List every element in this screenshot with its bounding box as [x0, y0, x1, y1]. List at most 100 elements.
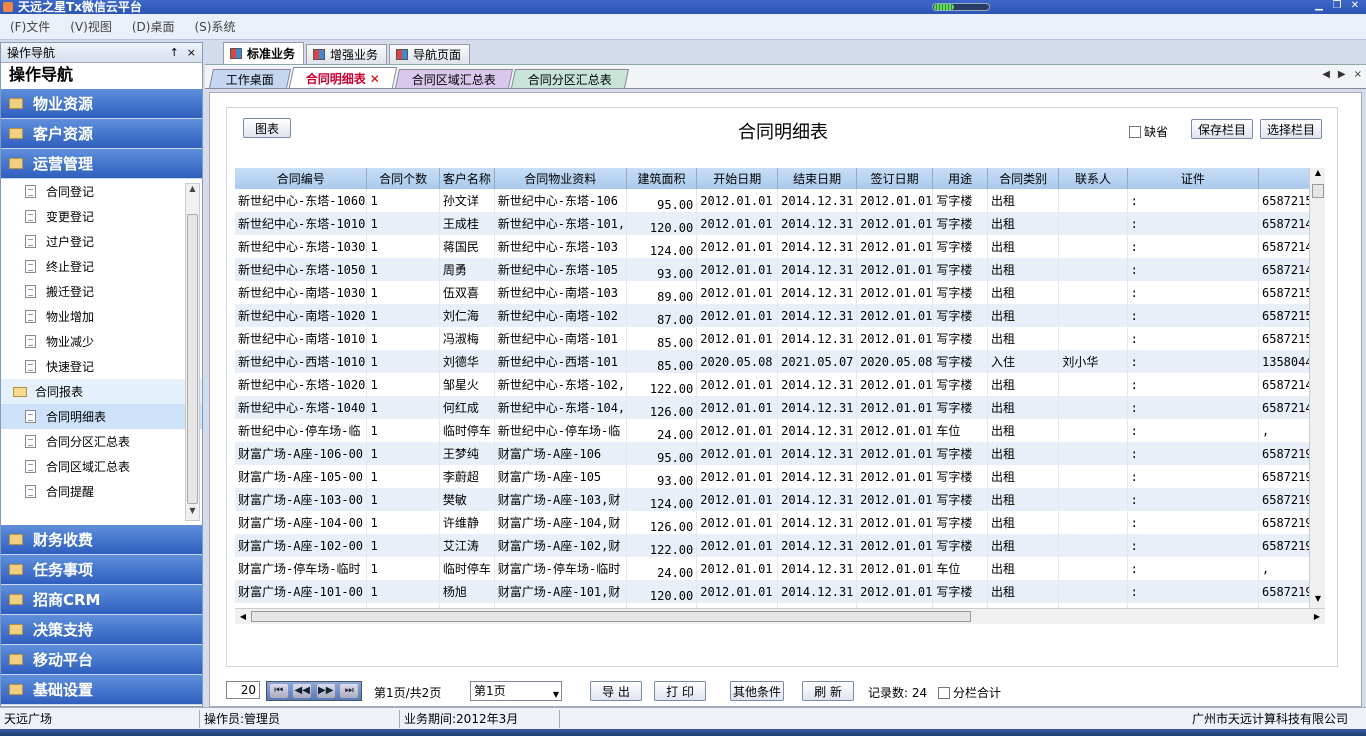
column-header[interactable]: 客户名称 — [439, 168, 495, 189]
tree-item[interactable]: 合同提醒 — [1, 479, 202, 504]
tree-item[interactable]: 物业增加 — [1, 304, 202, 329]
tree-item[interactable]: 合同分区汇总表 — [1, 429, 202, 454]
grid-vertical-scrollbar[interactable]: ▲ ▼ — [1309, 168, 1325, 608]
table-row[interactable]: 新世纪中心-南塔-1010 1 冯淑梅 新世纪中心-南塔-101 85.00 2012.0… — [235, 327, 1317, 350]
scroll-right-icon[interactable]: ▶ — [1309, 609, 1325, 624]
next-page-icon[interactable]: ▶▶ — [316, 684, 335, 698]
tab-next-icon[interactable]: ▶ — [1338, 69, 1346, 80]
tree-item[interactable]: 变更登记 — [1, 204, 202, 229]
tab-prev-icon[interactable]: ◀ — [1322, 69, 1330, 80]
scroll-down-icon[interactable]: ▼ — [186, 506, 199, 520]
table-row[interactable]: 新世纪中心-南塔-1030 1 伍双喜 新世纪中心-南塔-103 89.00 2012.0… — [235, 281, 1317, 304]
table-row[interactable]: 新世纪中心-东塔-1040 1 何红成 新世纪中心-东塔-104, 126.00 2012… — [235, 396, 1317, 419]
table-row[interactable]: 财富广场-A座-103-00 1 樊敏 财富广场-A座-103,财 124.00 2012… — [235, 488, 1317, 511]
table-row[interactable]: 新世纪中心-东塔-1020 1 邹星火 新世纪中心-东塔-102, 122.00 2012… — [235, 373, 1317, 396]
export-button[interactable]: 导 出 — [590, 681, 642, 701]
minimize-icon[interactable]: ▁ — [1312, 0, 1326, 13]
tab-navigation[interactable]: 导航页面 — [389, 44, 471, 64]
tree-item[interactable]: 物业减少 — [1, 329, 202, 354]
last-page-icon[interactable]: ⏭ — [340, 684, 359, 698]
select-columns-button[interactable]: 选择栏目 — [1260, 119, 1322, 139]
table-row[interactable]: 财富广场-A座-101-00 1 杨旭 财富广场-A座-101,财 120.00 2012… — [235, 580, 1317, 603]
tab-contract-region[interactable]: 合同区域汇总表 — [395, 69, 514, 88]
menu-view[interactable]: (V)视图 — [70, 18, 112, 35]
column-header[interactable]: 合同编号 — [235, 168, 368, 189]
default-checkbox[interactable]: 缺省 — [1129, 123, 1168, 140]
table-row[interactable]: 新世纪中心-东塔-1010 1 王成桂 新世纪中心-东塔-101, 120.00 2012… — [235, 212, 1317, 235]
page-select[interactable]: 第1页 ▼ — [470, 681, 562, 701]
column-header[interactable]: 用途 — [932, 168, 988, 189]
pin-icon[interactable]: ↑ — [170, 46, 179, 59]
table-row[interactable]: 财富广场-A座-104-00 1 许维静 财富广场-A座-104,财 126.00 201… — [235, 511, 1317, 534]
column-header[interactable]: 合同类别 — [987, 168, 1060, 189]
nav-section-finance[interactable]: 财务收费 — [1, 525, 202, 555]
checkbox-icon[interactable] — [938, 686, 950, 699]
table-row[interactable]: 新世纪中心-东塔-1030 1 蒋国民 新世纪中心-东塔-103 124.00 2012.… — [235, 235, 1317, 258]
other-conditions-button[interactable]: 其他条件 — [730, 681, 784, 701]
table-row[interactable]: 财富广场-A座-106-00 1 王梦纯 财富广场-A座-106 95.00 2012.0… — [235, 442, 1317, 465]
tree-item[interactable]: 终止登记 — [1, 254, 202, 279]
tab-enhanced[interactable]: 增强业务 — [306, 44, 388, 64]
table-row[interactable]: 财富广场-A座-102-00 1 艾江涛 财富广场-A座-102,财 122.00 201… — [235, 534, 1317, 557]
refresh-button[interactable]: 刷 新 — [802, 681, 854, 701]
tab-workdesk[interactable]: 工作桌面 — [208, 69, 292, 88]
nav-section-crm[interactable]: 招商CRM — [1, 585, 202, 615]
print-button[interactable]: 打 印 — [654, 681, 706, 701]
tree-item-selected[interactable]: 合同明细表 — [1, 404, 202, 429]
table-row[interactable]: 财富广场-A座-105-00 1 李蔚超 财富广场-A座-105 93.00 2012.0… — [235, 465, 1317, 488]
page-size-input[interactable]: 20 — [226, 681, 260, 699]
save-columns-button[interactable]: 保存栏目 — [1191, 119, 1253, 139]
close-panel-icon[interactable]: × — [187, 46, 196, 59]
tab-close-all-icon[interactable]: × — [1354, 69, 1362, 80]
scroll-thumb[interactable] — [1312, 184, 1324, 198]
scroll-left-icon[interactable]: ◀ — [235, 609, 251, 624]
column-header[interactable]: 联系人 — [1058, 168, 1128, 189]
tree-group-contract-reports[interactable]: 合同报表 — [1, 379, 202, 404]
restore-icon[interactable]: ❐ — [1330, 0, 1344, 13]
column-header[interactable]: 合同个数 — [366, 168, 440, 189]
table-row[interactable]: 新世纪中心-西塔-1010 1 刘德华 新世纪中心-西塔-101 85.00 2020.0… — [235, 350, 1317, 373]
checkbox-icon[interactable] — [1129, 125, 1141, 138]
close-icon[interactable]: ✕ — [1348, 0, 1362, 13]
grid-horizontal-scrollbar[interactable]: ◀ ▶ — [235, 608, 1325, 624]
tree-item[interactable]: 过户登记 — [1, 229, 202, 254]
tree-item[interactable]: 快速登记 — [1, 354, 202, 379]
table-row[interactable]: 新世纪中心-南塔-1020 1 刘仁海 新世纪中心-南塔-102 87.00 2012.0… — [235, 304, 1317, 327]
menu-system[interactable]: (S)系统 — [194, 18, 235, 35]
menu-file[interactable]: (F)文件 — [10, 18, 50, 35]
menu-desktop[interactable]: (D)桌面 — [132, 18, 175, 35]
nav-section-operations[interactable]: 运营管理 — [1, 149, 202, 179]
column-header[interactable]: 结束日期 — [777, 168, 858, 189]
first-page-icon[interactable]: ⏮ — [269, 684, 288, 698]
tab-contract-detail[interactable]: 合同明细表 ✕ — [288, 67, 398, 88]
nav-section-settings[interactable]: 基础设置 — [1, 675, 202, 705]
table-row[interactable]: 新世纪中心-东塔-1060 1 孙文详 新世纪中心-东塔-106 95.00 2012.0… — [235, 189, 1317, 212]
table-row[interactable]: 财富广场-停车场-临时 1 临时停车 财富广场-停车场-临时 24.00 2012.01.… — [235, 557, 1317, 580]
tree-scrollbar[interactable]: ▲ ▼ — [185, 183, 200, 521]
tree-item[interactable]: 合同区域汇总表 — [1, 454, 202, 479]
column-header[interactable]: 签订日期 — [856, 168, 934, 189]
table-row[interactable]: 新世纪中心-停车场-临 1 临时停车 新世纪中心-停车场-临 24.00 2012.01.… — [235, 419, 1317, 442]
tree-item[interactable]: 合同登记 — [1, 179, 202, 204]
scroll-up-icon[interactable]: ▲ — [1310, 168, 1326, 182]
table-row[interactable]: 新世纪中心-东塔-1050 1 周勇 新世纪中心-东塔-105 93.00 2012.01… — [235, 258, 1317, 281]
chevron-down-icon[interactable]: ▼ — [553, 686, 559, 704]
scroll-thumb[interactable] — [251, 611, 971, 622]
nav-section-mobile[interactable]: 移动平台 — [1, 645, 202, 675]
subtotal-checkbox[interactable]: 分栏合计 — [938, 684, 1001, 701]
close-tab-icon[interactable]: ✕ — [370, 72, 380, 86]
nav-section-property[interactable]: 物业资源 — [1, 89, 202, 119]
tab-contract-zone[interactable]: 合同分区汇总表 — [511, 69, 630, 88]
tab-standard[interactable]: 标准业务 — [223, 42, 305, 64]
prev-page-icon[interactable]: ◀◀ — [293, 684, 312, 698]
nav-section-customer[interactable]: 客户资源 — [1, 119, 202, 149]
nav-section-tasks[interactable]: 任务事项 — [1, 555, 202, 585]
column-header[interactable]: 证件 — [1127, 168, 1260, 189]
column-header[interactable]: 合同物业资料 — [494, 168, 627, 189]
tree-item[interactable]: 搬迁登记 — [1, 279, 202, 304]
column-header[interactable]: 建筑面积 — [626, 168, 698, 189]
scroll-up-icon[interactable]: ▲ — [186, 184, 199, 198]
column-header[interactable]: 开始日期 — [696, 168, 779, 189]
scroll-down-icon[interactable]: ▼ — [1310, 594, 1326, 608]
scroll-thumb[interactable] — [187, 214, 198, 504]
